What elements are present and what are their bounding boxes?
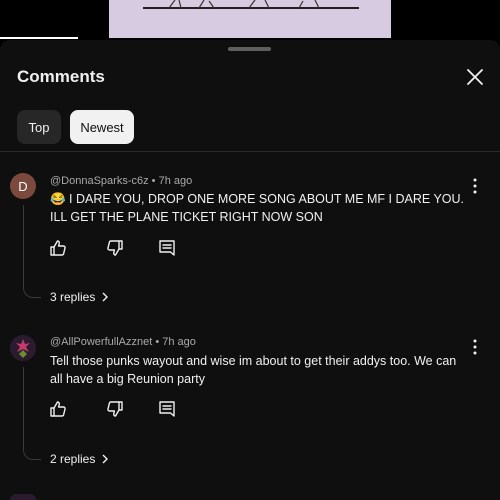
comment-author[interactable]: @AllPowerfullAzznet xyxy=(50,336,152,348)
avatar[interactable] xyxy=(10,494,36,500)
comments-title: Comments xyxy=(17,67,105,86)
video-progress-bar[interactable] xyxy=(0,37,78,39)
comment-time: 7h ago xyxy=(162,336,196,348)
dislike-icon[interactable] xyxy=(105,238,125,258)
drag-handle[interactable] xyxy=(228,47,271,51)
like-icon[interactable] xyxy=(48,399,68,419)
reply-icon[interactable] xyxy=(157,238,177,258)
comment-time: 7h ago xyxy=(158,175,193,187)
chevron-right-icon xyxy=(101,292,109,302)
comment-text: 😂 I DARE YOU, DROP ONE MORE SONG ABOUT M… xyxy=(50,192,465,224)
view-replies-button[interactable]: 2 replies xyxy=(50,452,109,466)
replies-label: 3 replies xyxy=(50,290,96,304)
video-thumbnail xyxy=(109,0,391,38)
avatar[interactable]: D xyxy=(10,173,36,199)
filter-chip-newest[interactable]: Newest xyxy=(70,110,134,144)
more-options-icon[interactable] xyxy=(468,177,482,195)
comment-author[interactable]: @DonnaSparks-c6z xyxy=(50,175,149,187)
comment-meta: @DonnaSparks-c6z • 7h ago xyxy=(50,175,192,187)
dislike-icon[interactable] xyxy=(105,399,125,419)
comment-meta: @AllPowerfullAzznet • 7h ago xyxy=(50,336,196,348)
view-replies-button[interactable]: 3 replies xyxy=(50,290,109,304)
comments-sheet: Comments Top Newest D @DonnaSparks-c6z •… xyxy=(0,40,500,500)
close-icon[interactable] xyxy=(463,65,487,89)
comment-text: Tell those punks wayout and wise im abou… xyxy=(50,354,457,386)
meta-separator: • xyxy=(151,175,156,187)
like-icon[interactable] xyxy=(48,238,68,258)
meta-separator: • xyxy=(155,336,160,348)
chevron-right-icon xyxy=(101,454,109,464)
avatar-letter: D xyxy=(18,178,28,194)
filter-chip-top[interactable]: Top xyxy=(17,110,61,144)
avatar[interactable] xyxy=(10,335,36,361)
thread-line xyxy=(23,205,41,298)
more-options-icon[interactable] xyxy=(468,338,482,356)
reply-icon[interactable] xyxy=(157,399,177,419)
video-player[interactable] xyxy=(0,0,500,40)
thread-line xyxy=(23,367,41,460)
replies-label: 2 replies xyxy=(50,452,96,466)
divider xyxy=(0,151,500,152)
